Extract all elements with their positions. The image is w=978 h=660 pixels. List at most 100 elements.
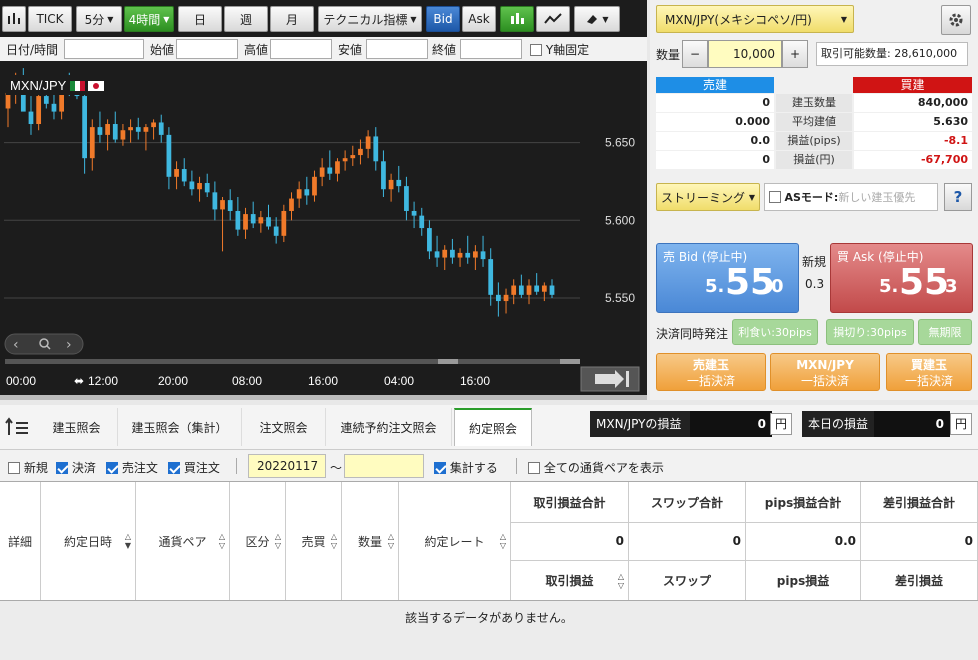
col-exec-rate[interactable]: 約定レート △ ▽ bbox=[399, 482, 511, 600]
close-all-buy-button[interactable]: 買建玉 一括決済 bbox=[886, 353, 972, 391]
candle-body bbox=[36, 96, 42, 125]
col-pair[interactable]: 通貨ペア △ ▽ bbox=[136, 482, 230, 600]
candle bbox=[258, 210, 264, 233]
chart-nav-controls[interactable]: ‹ › bbox=[4, 333, 84, 355]
filter-sell[interactable]: 売注文 bbox=[106, 459, 158, 476]
buy-ask-button[interactable]: 買 Ask (停止中) 5. 55 3 bbox=[830, 243, 973, 313]
drag-handle-icon[interactable]: ⬌ bbox=[74, 374, 84, 388]
sub-header-pl[interactable]: 取引損益 △ ▽ bbox=[511, 560, 629, 600]
candle bbox=[273, 217, 279, 244]
close-all-sell-button[interactable]: 売建玉 一括決済 bbox=[656, 353, 766, 391]
date-to-input[interactable] bbox=[344, 454, 424, 478]
sort-list-icon bbox=[5, 417, 28, 435]
candle-body bbox=[396, 179, 402, 187]
tab-executions[interactable]: 約定照会 bbox=[454, 408, 532, 446]
col-exec-datetime[interactable]: 約定日時 △ ▼ bbox=[41, 482, 136, 600]
close-all-pair-button[interactable]: MXN/JPY 一括決済 bbox=[770, 353, 880, 391]
chart-scrollbar[interactable] bbox=[5, 359, 580, 364]
yaxis-lock-toggle[interactable]: Y軸固定 bbox=[530, 41, 589, 58]
take-profit-button[interactable]: 利食い:30pips bbox=[732, 319, 818, 345]
candle-body bbox=[549, 285, 555, 295]
quantity-input[interactable]: 10,000 bbox=[708, 40, 782, 68]
sum-value-pips: 0.0 bbox=[746, 522, 861, 560]
help-button[interactable]: ? bbox=[944, 183, 972, 211]
chart-scrollbar-thumb[interactable] bbox=[438, 359, 458, 364]
aggregate-checkbox[interactable] bbox=[434, 462, 446, 474]
candle-body bbox=[473, 251, 478, 258]
sort-icon[interactable]: △ ▽ bbox=[275, 532, 281, 550]
x-tick-label: 16:00 bbox=[460, 374, 490, 388]
col-exec-datetime-label: 約定日時 bbox=[63, 534, 112, 549]
ask-button[interactable]: Ask bbox=[462, 6, 496, 32]
draw-tool-select[interactable]: ▼ bbox=[574, 6, 620, 32]
chart-type-icon[interactable] bbox=[2, 6, 26, 32]
candlestick-chart[interactable]: 5.650 5.600 5.550 00:00 12:00 20:00 08:00 16:0… bbox=[0, 61, 647, 395]
date-from-input[interactable]: 20220117 bbox=[248, 454, 326, 478]
streaming-select[interactable]: ストリーミング ▼ bbox=[656, 183, 760, 211]
filter-buy-checkbox[interactable] bbox=[168, 462, 180, 474]
filter-settle-checkbox[interactable] bbox=[56, 462, 68, 474]
quantity-minus-button[interactable]: − bbox=[682, 40, 708, 68]
chart-scrollbar-thumb-end[interactable] bbox=[560, 359, 580, 364]
week-button[interactable]: 週 bbox=[224, 6, 268, 32]
filter-settle[interactable]: 決済 bbox=[56, 459, 96, 476]
candle-mode-button[interactable] bbox=[500, 6, 534, 32]
as-mode-control[interactable]: ASモード: 新しい建玉優先 bbox=[764, 183, 938, 211]
tick-button[interactable]: TICK bbox=[28, 6, 72, 32]
scroll-left-icon[interactable]: ‹ bbox=[13, 337, 19, 353]
stop-loss-button[interactable]: 損切り:30pips bbox=[826, 319, 914, 345]
sell-bid-button[interactable]: 売 Bid (停止中) 5. 55 0 bbox=[656, 243, 799, 313]
filter-buy[interactable]: 買注文 bbox=[168, 459, 220, 476]
filter-new-checkbox[interactable] bbox=[8, 462, 20, 474]
col-exec-rate-label: 約定レート bbox=[424, 534, 485, 549]
sort-icon[interactable]: △ ▽ bbox=[388, 532, 394, 550]
sort-icon[interactable]: △ ▽ bbox=[500, 532, 506, 550]
col-type[interactable]: 区分 △ ▽ bbox=[230, 482, 286, 600]
streaming-label: ストリーミング bbox=[661, 190, 746, 205]
bid-button[interactable]: Bid bbox=[426, 6, 460, 32]
x-tick-label: 00:00 bbox=[6, 374, 36, 388]
sort-icon[interactable]: △ ▽ bbox=[219, 532, 225, 550]
interval-select[interactable]: 5分 ▼ bbox=[76, 6, 122, 32]
line-mode-button[interactable] bbox=[536, 6, 570, 32]
candle-body bbox=[189, 181, 195, 190]
col-side[interactable]: 売買 △ ▽ bbox=[286, 482, 342, 600]
yaxis-lock-checkbox[interactable] bbox=[530, 44, 542, 56]
sort-icon[interactable]: △ ▽ bbox=[618, 572, 624, 590]
settings-button[interactable] bbox=[941, 5, 971, 35]
tab-positions[interactable]: 建玉照会 bbox=[36, 408, 118, 446]
tab-orders[interactable]: 注文照会 bbox=[242, 408, 326, 446]
sort-icon[interactable]: △ ▼ bbox=[125, 532, 131, 550]
candle bbox=[281, 204, 287, 243]
filter-sell-checkbox[interactable] bbox=[106, 462, 118, 474]
scroll-right-icon[interactable]: › bbox=[66, 337, 72, 353]
all-pairs-toggle[interactable]: 全ての通貨ペアを表示 bbox=[528, 459, 664, 476]
sort-icon[interactable]: △ ▽ bbox=[331, 532, 337, 550]
tab-positions-summary[interactable]: 建玉照会（集計） bbox=[118, 408, 242, 446]
month-button[interactable]: 月 bbox=[270, 6, 314, 32]
candle bbox=[220, 197, 225, 252]
filter-new[interactable]: 新規 bbox=[8, 459, 48, 476]
candle-body bbox=[220, 200, 225, 210]
collapse-toggle[interactable] bbox=[4, 417, 30, 441]
position-row: 0 建玉数量 840,000 bbox=[656, 94, 972, 112]
candle-body bbox=[480, 251, 486, 260]
aggregate-toggle[interactable]: 集計する bbox=[434, 459, 498, 476]
col-quantity[interactable]: 数量 △ ▽ bbox=[342, 482, 399, 600]
candle-series bbox=[5, 68, 555, 317]
col-type-label: 区分 bbox=[245, 534, 270, 549]
quantity-plus-button[interactable]: + bbox=[782, 40, 808, 68]
candle bbox=[388, 173, 394, 202]
today-pl-unit: 円 bbox=[950, 413, 972, 435]
as-mode-checkbox[interactable] bbox=[769, 191, 781, 203]
buy-position-header: 買建 bbox=[853, 77, 972, 93]
period-select[interactable]: 4時間 ▼ bbox=[124, 6, 174, 32]
technical-select[interactable]: テクニカル指標 ▼ bbox=[318, 6, 422, 32]
day-button[interactable]: 日 bbox=[178, 6, 222, 32]
tab-continuous-orders[interactable]: 連続予約注文照会 bbox=[326, 408, 452, 446]
all-pairs-checkbox[interactable] bbox=[528, 462, 540, 474]
sell-value: 0 bbox=[656, 94, 774, 112]
expiry-button[interactable]: 無期限 bbox=[918, 319, 972, 345]
row-label: 損益(pips) bbox=[776, 132, 852, 150]
pair-select[interactable]: MXN/JPY(メキシコペソ/円) ▼ bbox=[656, 5, 854, 33]
